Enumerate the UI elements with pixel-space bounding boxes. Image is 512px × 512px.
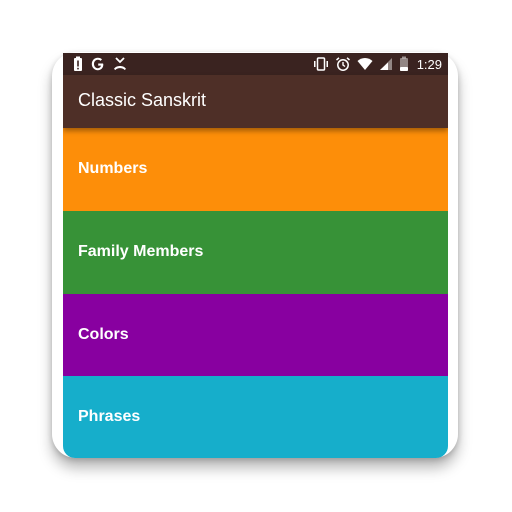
alarm-icon	[335, 57, 350, 71]
status-right-icons: 1:29	[313, 55, 442, 73]
category-colors[interactable]: Colors	[63, 294, 448, 377]
wifi-icon	[357, 58, 373, 70]
missed-call-icon	[114, 57, 126, 70]
status-time: 1:29	[416, 56, 442, 72]
google-icon	[91, 57, 104, 71]
category-family-members[interactable]: Family Members	[63, 211, 448, 294]
category-numbers[interactable]: Numbers	[63, 128, 448, 211]
app-bar: Classic Sanskrit	[63, 75, 448, 128]
category-phrases-label: Phrases	[78, 408, 141, 425]
category-colors-label: Colors	[78, 326, 129, 343]
app-screen: 1:29 Classic Sanskrit Numbers Family Mem…	[63, 53, 448, 458]
battery-alert-icon	[74, 56, 82, 71]
app-title: Classic Sanskrit	[78, 90, 207, 110]
status-bar: 1:29	[63, 53, 448, 75]
battery-icon	[399, 56, 408, 71]
status-left-icons	[73, 55, 127, 73]
category-numbers-label: Numbers	[78, 160, 148, 177]
vibrate-icon	[313, 57, 328, 71]
signal-icon	[379, 58, 392, 70]
category-family-members-label: Family Members	[78, 243, 204, 260]
category-phrases[interactable]: Phrases	[63, 376, 448, 458]
